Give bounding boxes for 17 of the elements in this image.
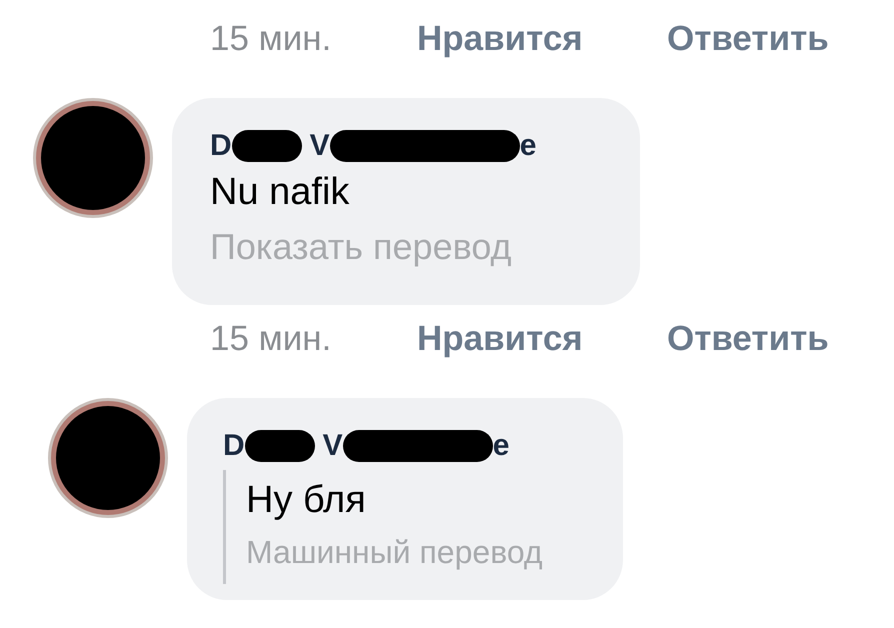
redaction-mark [244,428,315,464]
like-link[interactable]: Нравится [417,20,667,56]
reply-link[interactable]: Ответить [667,320,829,356]
comment-text: Ну бля [246,478,367,523]
author-name[interactable]: V [310,131,330,161]
comment-text: Nu nafik [210,170,350,215]
redaction-mark [232,128,302,164]
comment-time: 15 мин. [210,20,332,56]
comment-time: 15 мин. [210,320,332,356]
author-name[interactable]: D [210,131,232,161]
author-name[interactable]: e [492,431,510,461]
author-name[interactable]: V [322,431,343,461]
translation-label: Машинный перевод [246,533,544,572]
like-link[interactable]: Нравится [417,320,667,356]
author-name[interactable]: D [223,431,245,461]
author-name[interactable]: e [520,131,536,161]
reply-link[interactable]: Ответить [667,20,829,56]
